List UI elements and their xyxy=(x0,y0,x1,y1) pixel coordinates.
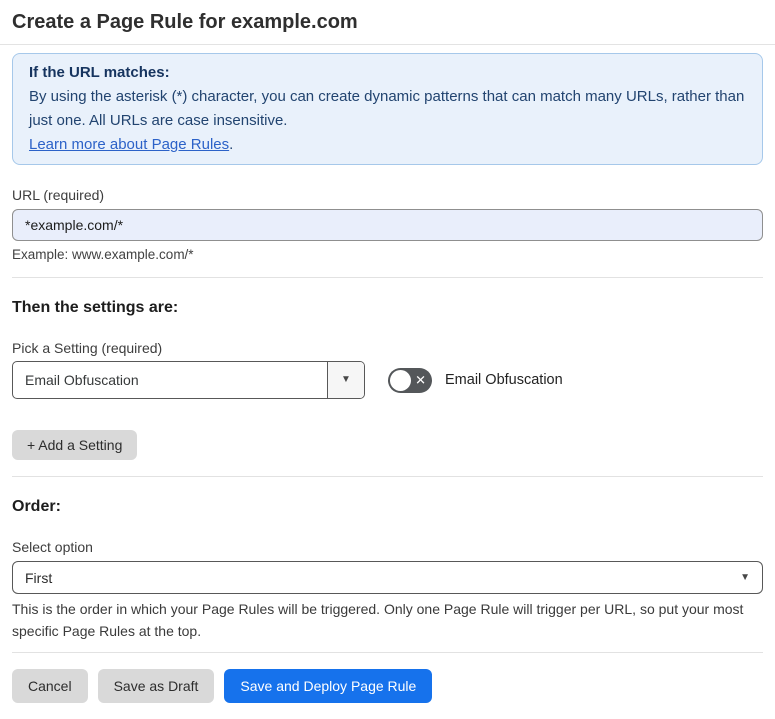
title-divider xyxy=(0,44,775,45)
settings-section-heading: Then the settings are: xyxy=(12,299,179,316)
setting-row: Email Obfuscation ▼ ✕ Email Obfuscation xyxy=(12,361,763,399)
save-and-deploy-button[interactable]: Save and Deploy Page Rule xyxy=(224,669,433,703)
setting-select-arrow-segment: ▼ xyxy=(327,362,364,398)
pick-setting-label: Pick a Setting (required) xyxy=(12,340,163,356)
page-rule-form: Create a Page Rule for example.com If th… xyxy=(0,0,775,719)
learn-more-link[interactable]: Learn more about Page Rules xyxy=(29,136,229,153)
url-match-info-box: If the URL matches: By using the asteris… xyxy=(12,53,763,165)
chevron-down-icon: ▼ xyxy=(740,571,750,583)
toggle-off-x-icon: ✕ xyxy=(415,372,426,388)
footer-actions: Cancel Save as Draft Save and Deploy Pag… xyxy=(12,669,763,703)
order-select-value: First xyxy=(25,569,53,586)
info-box-heading: If the URL matches: xyxy=(29,64,170,81)
order-select-label: Select option xyxy=(12,539,93,555)
order-section-heading: Order: xyxy=(12,498,61,515)
save-as-draft-button[interactable]: Save as Draft xyxy=(97,669,215,703)
url-example-text: Example: www.example.com/* xyxy=(12,247,194,262)
footer-divider xyxy=(12,652,763,653)
email-obfuscation-toggle[interactable]: ✕ xyxy=(388,367,432,393)
section-divider xyxy=(12,277,763,278)
url-input[interactable] xyxy=(12,209,763,241)
order-description: This is the order in which your Page Rul… xyxy=(12,601,744,639)
info-box-body: By using the asterisk (*) character, you… xyxy=(29,88,745,129)
url-field-label: URL (required) xyxy=(12,187,105,203)
setting-select-value: Email Obfuscation xyxy=(25,372,139,388)
order-select[interactable]: First ▼ xyxy=(12,561,763,594)
toggle-label: Email Obfuscation xyxy=(445,372,563,388)
link-suffix: . xyxy=(229,136,234,153)
page-title: Create a Page Rule for example.com xyxy=(12,11,358,33)
add-setting-button[interactable]: + Add a Setting xyxy=(12,430,138,460)
chevron-down-icon: ▼ xyxy=(341,374,351,385)
setting-select[interactable]: Email Obfuscation ▼ xyxy=(12,361,365,399)
cancel-button[interactable]: Cancel xyxy=(12,669,88,703)
section-divider xyxy=(12,476,763,477)
info-box-link-line: Learn more about Page Rules. xyxy=(29,133,746,157)
toggle-knob xyxy=(390,369,411,391)
